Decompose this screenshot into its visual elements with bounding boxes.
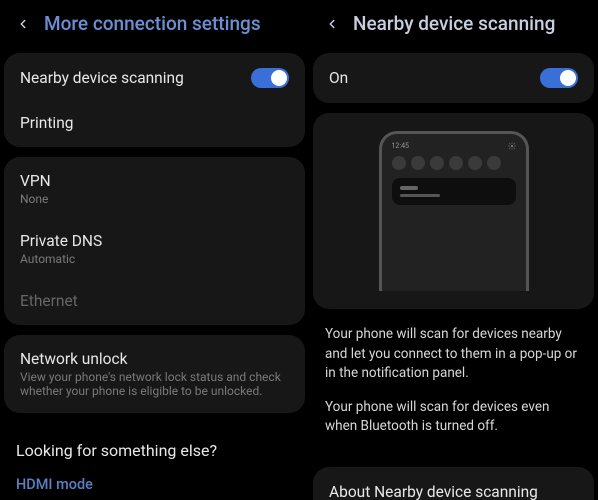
row-label: Ethernet: [20, 292, 78, 310]
phone-status-bar: 12:45: [392, 142, 516, 150]
dot-icon: [411, 156, 425, 170]
page-title: Nearby device scanning: [353, 12, 555, 35]
row-label: VPN: [20, 172, 289, 190]
looking-header: Looking for something else?: [0, 423, 309, 466]
dot-icon: [487, 156, 501, 170]
row-about[interactable]: About Nearby device scanning: [313, 467, 594, 500]
row-on-switch[interactable]: On: [313, 55, 594, 101]
phone-notification: [392, 178, 516, 205]
page-title: More connection settings: [44, 12, 261, 35]
row-label: Private DNS: [20, 232, 289, 250]
row-sub: View your phone's network lock status an…: [20, 370, 289, 398]
dot-icon: [468, 156, 482, 170]
notif-line: [400, 186, 418, 190]
settings-panel-more-connections: More connection settings Nearby device s…: [0, 0, 309, 500]
row-sub: None: [20, 192, 289, 206]
toggle-nearby-master[interactable]: [540, 68, 578, 88]
dot-icon: [449, 156, 463, 170]
row-private-dns[interactable]: Private DNS Automatic: [4, 219, 305, 279]
gear-icon: [508, 142, 516, 150]
header: More connection settings: [0, 0, 309, 49]
row-label: Printing: [20, 114, 73, 132]
phone-mockup: 12:45: [379, 131, 529, 291]
back-icon[interactable]: [14, 15, 32, 33]
dot-icon: [430, 156, 444, 170]
row-network-unlock[interactable]: Network unlock View your phone's network…: [4, 337, 305, 411]
row-label: Network unlock: [20, 350, 289, 368]
phone-time: 12:45: [392, 142, 409, 150]
row-nearby-scanning[interactable]: Nearby device scanning: [4, 55, 305, 101]
notif-line: [400, 194, 440, 197]
row-label: On: [329, 69, 348, 87]
row-ethernet: Ethernet: [4, 279, 305, 323]
row-label: Nearby device scanning: [20, 69, 184, 87]
section-network-unlock: Network unlock View your phone's network…: [4, 335, 305, 413]
section-network: VPN None Private DNS Automatic Ethernet: [4, 157, 305, 325]
row-sub: Automatic: [20, 252, 289, 266]
section-master-toggle: On: [313, 53, 594, 103]
link-hdmi-mode[interactable]: HDMI mode: [0, 466, 309, 500]
row-vpn[interactable]: VPN None: [4, 159, 305, 219]
description-text: Your phone will scan for devices nearby …: [309, 319, 598, 461]
description-paragraph: Your phone will scan for devices even wh…: [325, 398, 582, 437]
description-paragraph: Your phone will scan for devices nearby …: [325, 325, 582, 384]
phone-app-dots: [392, 156, 516, 170]
header: Nearby device scanning: [309, 0, 598, 49]
row-printing[interactable]: Printing: [4, 101, 305, 145]
toggle-nearby-scanning[interactable]: [251, 68, 289, 88]
section-connection-toggles: Nearby device scanning Printing: [4, 53, 305, 147]
back-icon[interactable]: [323, 15, 341, 33]
dot-icon: [392, 156, 406, 170]
illustration-phone: 12:45: [313, 113, 594, 309]
settings-panel-nearby-scanning: Nearby device scanning On 12:45: [309, 0, 598, 500]
